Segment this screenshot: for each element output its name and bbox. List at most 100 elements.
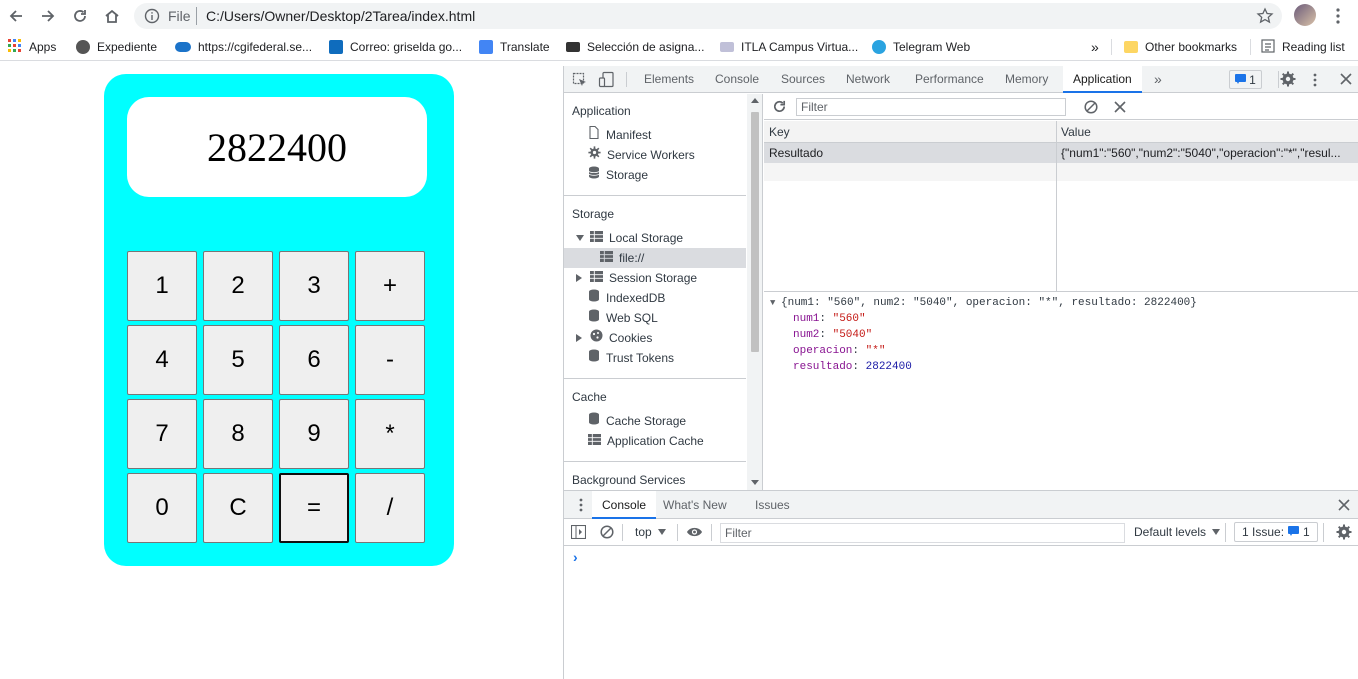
expand-triangle-icon[interactable] <box>576 334 582 342</box>
bookmarks-overflow[interactable]: » <box>1091 38 1099 56</box>
sidebar-item-manifest[interactable]: Manifest <box>588 125 651 145</box>
calc-key[interactable]: = <box>279 473 349 543</box>
menu-icon[interactable] <box>1330 6 1346 26</box>
sidebar-item-cookies[interactable]: Cookies <box>576 328 652 348</box>
sidebar-item-session-storage[interactable]: Session Storage <box>576 268 697 288</box>
back-icon[interactable] <box>6 6 26 26</box>
forward-icon[interactable] <box>38 6 58 26</box>
collapse-triangle-icon[interactable]: ▼ <box>770 298 775 308</box>
inspect-icon[interactable] <box>572 72 588 91</box>
sidebar-item-storage[interactable]: Storage <box>588 165 648 185</box>
sidebar-scrollbar[interactable] <box>747 94 762 490</box>
tab-sources[interactable]: Sources <box>781 66 825 93</box>
calc-key[interactable]: 5 <box>203 325 273 395</box>
calc-key[interactable]: 6 <box>279 325 349 395</box>
info-icon[interactable] <box>144 8 160 29</box>
tab-console[interactable]: Console <box>715 66 759 93</box>
sidebar-item-application-cache[interactable]: Application Cache <box>588 431 704 451</box>
bookmark-itla[interactable]: ITLA Campus Virtua... <box>720 38 858 56</box>
sidebar-item-trust-tokens[interactable]: Trust Tokens <box>588 348 674 368</box>
close-drawer-icon[interactable] <box>1338 499 1350 514</box>
console-prompt[interactable]: › <box>573 549 578 565</box>
close-devtools-icon[interactable] <box>1340 73 1352 88</box>
sidebar-item-service-workers[interactable]: Service Workers <box>588 145 695 165</box>
calc-key[interactable]: - <box>355 325 425 395</box>
calc-key[interactable]: 8 <box>203 399 273 469</box>
kebab-menu-icon[interactable] <box>1311 72 1319 91</box>
delete-selected-icon[interactable] <box>1114 101 1126 116</box>
reload-icon[interactable] <box>70 6 90 26</box>
calc-key[interactable]: * <box>355 399 425 469</box>
storage-filter-input[interactable]: Filter <box>796 98 1066 116</box>
sidebar-divider <box>564 195 746 196</box>
tab-elements[interactable]: Elements <box>644 66 694 93</box>
star-icon[interactable] <box>1256 7 1274 30</box>
scroll-down-icon[interactable] <box>751 480 759 485</box>
address-bar[interactable]: File C:/Users/Owner/Desktop/2Tarea/index… <box>134 3 1282 29</box>
column-key[interactable]: Key <box>769 125 790 139</box>
sidebar-item-web-sql[interactable]: Web SQL <box>588 308 658 328</box>
toolbar-divider <box>1225 523 1226 542</box>
sidebar-item-local-storage[interactable]: Local Storage <box>576 228 683 248</box>
reading-list-button[interactable]: Reading list <box>1261 38 1345 56</box>
refresh-icon[interactable] <box>772 99 787 117</box>
sidebar-item-file-origin[interactable]: file:// <box>600 248 644 268</box>
column-divider[interactable] <box>1056 121 1057 291</box>
drawer-menu-icon[interactable] <box>578 497 584 516</box>
property-key: operacion <box>793 345 853 357</box>
home-icon[interactable] <box>102 6 122 26</box>
expand-triangle-icon[interactable] <box>576 235 584 241</box>
expand-triangle-icon[interactable] <box>576 274 582 282</box>
calc-key[interactable]: C <box>203 473 273 543</box>
issues-badge[interactable]: 1 <box>1229 70 1262 89</box>
scrollbar-thumb[interactable] <box>751 112 759 352</box>
calc-key[interactable]: 0 <box>127 473 197 543</box>
scroll-up-icon[interactable] <box>751 98 759 103</box>
column-value[interactable]: Value <box>1061 125 1091 139</box>
avatar[interactable] <box>1294 4 1316 26</box>
sidebar-item-cache-storage[interactable]: Cache Storage <box>588 411 686 431</box>
calc-key[interactable]: + <box>355 251 425 321</box>
sidebar-toggle-icon[interactable] <box>570 524 587 542</box>
bookmark-seleccion[interactable]: Selección de asigna... <box>566 38 704 56</box>
console-issues-button[interactable]: 1 Issue: 1 <box>1234 522 1318 542</box>
drawer-tab-whats-new[interactable]: What's New <box>663 491 727 519</box>
sidebar-item-indexeddb[interactable]: IndexedDB <box>588 288 665 308</box>
console-filter-input[interactable]: Filter <box>720 523 1125 543</box>
calc-key[interactable]: 2 <box>203 251 273 321</box>
row-value: {"num1":"560","num2":"5040","operacion":… <box>1061 146 1341 160</box>
tab-network[interactable]: Network <box>846 66 890 93</box>
tab-performance[interactable]: Performance <box>915 66 984 93</box>
bookmark-telegram[interactable]: Telegram Web <box>872 38 970 56</box>
log-levels-dropdown[interactable]: Default levels <box>1134 525 1221 539</box>
eye-icon[interactable] <box>686 526 703 541</box>
settings-gear-icon[interactable] <box>1280 71 1296 90</box>
tab-application[interactable]: Application <box>1063 66 1142 93</box>
drawer-tab-console[interactable]: Console <box>592 491 657 519</box>
table-row[interactable]: Resultado {"num1":"560","num2":"5040","o… <box>764 143 1358 163</box>
calc-key[interactable]: 1 <box>127 251 197 321</box>
clear-all-icon[interactable] <box>1084 100 1098 117</box>
calc-key[interactable]: 4 <box>127 325 197 395</box>
tab-divider <box>626 72 627 87</box>
bookmark-translate[interactable]: Translate <box>479 38 550 56</box>
tab-memory[interactable]: Memory <box>1005 66 1048 93</box>
bookmark-correo[interactable]: Correo: griselda go... <box>329 38 462 56</box>
clear-console-icon[interactable] <box>600 525 614 542</box>
drawer-tab-issues[interactable]: Issues <box>755 491 790 519</box>
bookmark-apps[interactable]: Apps <box>8 38 56 56</box>
context-selector[interactable]: top <box>635 525 666 539</box>
section-cache: Cache <box>572 390 607 404</box>
calc-key[interactable]: 3 <box>279 251 349 321</box>
device-toolbar-icon[interactable] <box>598 71 616 92</box>
calc-key[interactable]: / <box>355 473 425 543</box>
console-settings-gear-icon[interactable] <box>1336 524 1352 543</box>
more-tabs-button[interactable]: » <box>1154 66 1162 93</box>
bookmark-other[interactable]: Other bookmarks <box>1124 38 1237 56</box>
address-url[interactable]: C:/Users/Owner/Desktop/2Tarea/index.html <box>206 8 475 24</box>
calc-key[interactable]: 9 <box>279 399 349 469</box>
bookmark-expediente[interactable]: Expediente <box>76 38 157 56</box>
calc-key[interactable]: 7 <box>127 399 197 469</box>
bookmark-cgifederal[interactable]: https://cgifederal.se... <box>175 38 312 56</box>
property-separator: : <box>852 361 866 373</box>
